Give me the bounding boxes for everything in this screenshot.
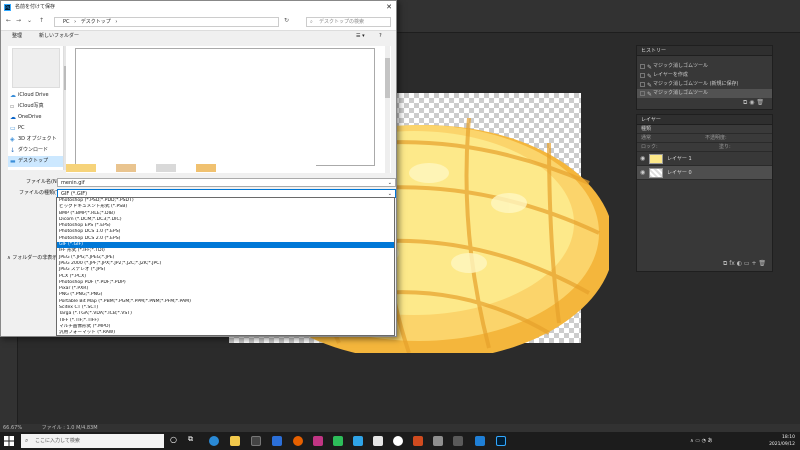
app-icon-3[interactable] bbox=[373, 436, 383, 446]
app-icon-5[interactable] bbox=[433, 436, 443, 446]
nav-item-pc[interactable]: ▭ PC bbox=[8, 123, 63, 134]
taskbar-clock[interactable]: 18:10 2021/09/12 bbox=[745, 434, 795, 448]
dialog-titlebar[interactable]: Ps 名前を付けて保存 ✕ bbox=[1, 1, 396, 13]
history-item[interactable]: ✎ マジック消しゴムツール bbox=[637, 62, 772, 71]
refresh-icon[interactable]: ↻ bbox=[284, 17, 289, 24]
lock-fill-bar[interactable]: ロック: 塗り: bbox=[637, 143, 772, 152]
history-panel: ヒストリー ✎ マジック消しゴムツール ✎ レイヤーを作成 ✎ マジック消しゴムツール… bbox=[636, 45, 773, 110]
nav-item-desktop[interactable]: ▬ デスクトップ bbox=[8, 156, 63, 167]
ps-status-bar: 66.67% ファイル : 1.0 M/4.83M bbox=[0, 424, 800, 432]
history-item[interactable]: ✎ マジック消しゴムツール (新規に保存) bbox=[637, 80, 772, 89]
chevron-down-icon[interactable]: ⌄ bbox=[388, 179, 392, 187]
help-icon[interactable]: ? bbox=[379, 31, 382, 41]
app-icon-2[interactable] bbox=[353, 436, 363, 446]
cortana-icon[interactable]: ○ bbox=[170, 435, 177, 444]
nav-item-3d-objects[interactable]: ◈ 3D オブジェクト bbox=[8, 134, 63, 145]
eye-icon[interactable]: ◉ bbox=[640, 152, 645, 166]
search-icon: ⌕ bbox=[25, 437, 29, 444]
organize-button[interactable]: 整理 bbox=[12, 31, 22, 41]
history-item[interactable]: ✎ レイヤーを作成 bbox=[637, 71, 772, 80]
pc-icon: ▭ bbox=[10, 125, 16, 132]
blend-opacity-bar[interactable]: 通常 不透明度: bbox=[637, 134, 772, 143]
app-icon-6[interactable] bbox=[453, 436, 463, 446]
photoshop-taskbar-icon[interactable] bbox=[496, 436, 506, 446]
search-input[interactable]: ⌕ デスクトップの検索 bbox=[306, 17, 391, 27]
new-folder-button[interactable]: 新しいフォルダー bbox=[39, 31, 79, 41]
quick-access-thumbnail bbox=[12, 48, 60, 88]
layers-panel: レイヤー 種類 通常 不透明度: ロック: 塗り: ◉ レイヤー 1 ◉ レイヤ… bbox=[636, 114, 773, 272]
close-icon[interactable]: ✕ bbox=[386, 1, 392, 13]
firefox-icon[interactable] bbox=[293, 436, 303, 446]
dialog-toolbar: 整理 新しいフォルダー ☰ ▾ ? bbox=[1, 31, 396, 41]
layer-row[interactable]: ◉ レイヤー 0 bbox=[637, 166, 772, 180]
back-arrow-icon[interactable]: ← bbox=[6, 17, 11, 24]
layer-filter-bar[interactable]: 種類 bbox=[637, 125, 772, 134]
file-info: ファイル : 1.0 M/4.83M bbox=[41, 425, 98, 431]
chevron-down-icon[interactable]: ⌄ bbox=[27, 17, 32, 24]
windows-taskbar: ⌕ ここに入力して検索 ○ ⧉ ∧ ▭ ◔ あ 18:10 2021/09/12 bbox=[0, 432, 800, 450]
windows-start-icon[interactable] bbox=[4, 436, 14, 446]
nav-item-icloud-drive[interactable]: ☁ iCloud Drive bbox=[8, 90, 63, 101]
breadcrumb-pc[interactable]: PC bbox=[63, 19, 70, 25]
layer-thumbnail bbox=[649, 154, 663, 164]
up-arrow-icon[interactable]: ↑ bbox=[39, 17, 44, 24]
filetype-option[interactable]: 汎用フォーマット (*.RAW) bbox=[57, 330, 394, 336]
taskbar-search-input[interactable]: ⌕ ここに入力して検索 bbox=[21, 434, 164, 448]
task-view-icon[interactable]: ⧉ bbox=[188, 435, 193, 444]
file-preview-area bbox=[75, 48, 375, 166]
file-thumbnail-strip[interactable] bbox=[66, 164, 316, 172]
view-options-icon[interactable]: ☰ ▾ bbox=[356, 31, 365, 41]
onedrive-icon: ☁ bbox=[10, 114, 16, 121]
eraser-icon: ✎ bbox=[647, 91, 653, 98]
file-list-scrollbar[interactable] bbox=[385, 46, 390, 173]
mail-icon[interactable] bbox=[272, 436, 282, 446]
dialog-title: 名前を付けて保存 bbox=[15, 4, 56, 10]
download-icon: ↓ bbox=[10, 147, 16, 154]
nav-item-downloads[interactable]: ↓ ダウンロード bbox=[8, 145, 63, 156]
layer-thumbnail bbox=[649, 168, 663, 178]
address-bar[interactable]: PC › デスクトップ › bbox=[54, 17, 279, 27]
desktop-icon: ▬ bbox=[10, 158, 16, 165]
vscode-icon[interactable] bbox=[475, 436, 485, 446]
zoom-level[interactable]: 66.67% bbox=[3, 425, 22, 431]
breadcrumb-desktop[interactable]: デスクトップ bbox=[81, 19, 111, 25]
photoshop-logo-icon: Ps bbox=[4, 4, 11, 11]
photos-icon: ▫ bbox=[10, 103, 15, 110]
nav-item-icloud-photos[interactable]: ▫ iCloud写真 bbox=[8, 101, 63, 112]
layers-tab[interactable]: レイヤー bbox=[637, 115, 772, 125]
store-icon[interactable] bbox=[251, 436, 261, 446]
clock-app-icon[interactable] bbox=[393, 436, 403, 446]
app-icon[interactable] bbox=[313, 436, 323, 446]
filetype-dropdown-list: Photoshop (*.PSD;*.PDD;*.PSDT) ビッグドキュメント形… bbox=[56, 197, 395, 336]
layer-row[interactable]: ◉ レイヤー 1 bbox=[637, 152, 772, 166]
system-tray-icons[interactable]: ∧ ▭ ◔ あ bbox=[690, 437, 713, 444]
app-icon-4[interactable] bbox=[413, 436, 423, 446]
history-item[interactable]: ✎ マジック消しゴムツール bbox=[637, 89, 772, 98]
history-actions[interactable]: ⧉ ◉ 🗑 bbox=[743, 99, 764, 107]
cloud-icon: ☁ bbox=[10, 92, 16, 99]
history-tab[interactable]: ヒストリー bbox=[637, 46, 772, 56]
eye-icon[interactable]: ◉ bbox=[640, 166, 645, 180]
search-icon: ⌕ bbox=[310, 19, 313, 25]
line-icon[interactable] bbox=[333, 436, 343, 446]
hide-folders-toggle[interactable]: ∧ フォルダーの非表示 bbox=[7, 254, 57, 263]
navigation-pane: ☁ iCloud Drive ▫ iCloud写真 ☁ OneDrive ▭ PC ◈ 3… bbox=[8, 46, 64, 170]
layer-actions[interactable]: ⧉ fx ◐ ▭ + 🗑 bbox=[723, 260, 766, 268]
filename-input[interactable]: menin.gif ⌄ bbox=[57, 178, 396, 187]
filename-label: ファイル名(N): bbox=[26, 179, 61, 185]
dialog-navbar: ← → ⌄ ↑ PC › デスクトップ › ↻ ⌕ デスクトップの検索 bbox=[1, 13, 396, 31]
file-list-pane bbox=[66, 46, 391, 173]
edge-icon[interactable] bbox=[209, 436, 219, 446]
explorer-icon[interactable] bbox=[230, 436, 240, 446]
cube-icon: ◈ bbox=[10, 136, 15, 143]
nav-item-onedrive[interactable]: ☁ OneDrive bbox=[8, 112, 63, 123]
forward-arrow-icon[interactable]: → bbox=[16, 17, 21, 24]
